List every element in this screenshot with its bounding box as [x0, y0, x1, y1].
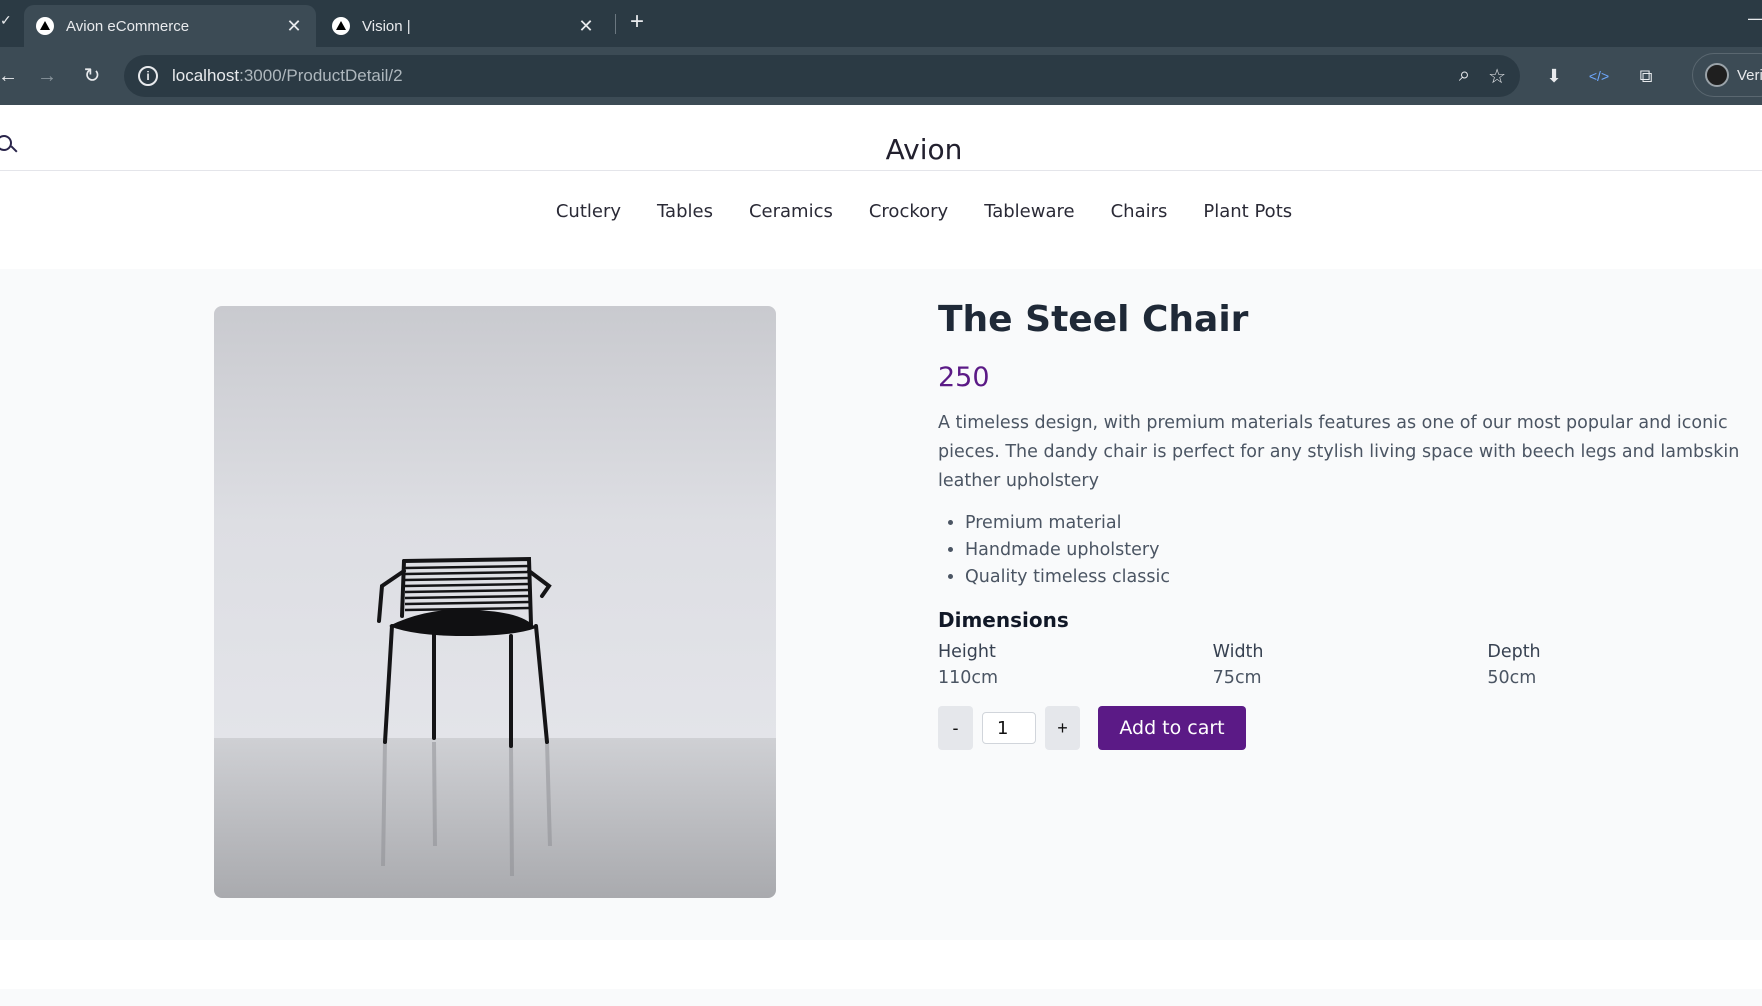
url-text[interactable]: localhost:3000/ProductDetail/2	[172, 66, 403, 86]
reload-icon[interactable]: ↻	[78, 62, 106, 90]
profile-button[interactable]: Veri	[1692, 53, 1762, 97]
dimension-height: Height 110cm	[938, 642, 1213, 688]
quantity-increase-button[interactable]: +	[1045, 706, 1080, 750]
product-price: 250	[938, 362, 990, 393]
dimension-value: 50cm	[1487, 668, 1537, 688]
add-to-cart-button[interactable]: Add to cart	[1098, 706, 1246, 750]
devtools-extension-icon[interactable]: </>	[1585, 62, 1613, 90]
forward-arrow-icon[interactable]: →	[33, 62, 61, 90]
list-item: Premium material	[965, 510, 1762, 537]
close-icon[interactable]: ✕	[572, 16, 600, 37]
dimensions-table: Height 110cm Width 75cm Depth 50cm	[938, 642, 1762, 688]
quantity-input[interactable]	[982, 712, 1036, 744]
tab-avion-ecommerce[interactable]: Avion eCommerce ✕	[24, 5, 316, 47]
feature-list: Premium material Handmade upholstery Qua…	[938, 510, 1762, 591]
nav-item-ceramics[interactable]: Ceramics	[749, 201, 833, 222]
minimize-icon[interactable]: —	[1748, 8, 1762, 29]
tab-vision[interactable]: Vision | ✕	[320, 5, 608, 47]
product-details: The Steel Chair 250 A timeless design, w…	[938, 299, 1762, 750]
dimension-label: Depth	[1487, 642, 1541, 662]
puzzle-icon[interactable]: ⧉	[1632, 62, 1660, 90]
dimension-label: Width	[1212, 642, 1264, 662]
browser-toolbar: ← → ↻ i localhost:3000/ProductDetail/2 ⌕…	[0, 47, 1762, 105]
product-description: A timeless design, with premium material…	[938, 413, 1740, 491]
dimension-width: Width 75cm	[1213, 642, 1488, 688]
nav-item-tables[interactable]: Tables	[657, 201, 713, 222]
tab-separator	[615, 14, 616, 34]
dimension-value: 75cm	[1212, 668, 1262, 688]
nav-item-cutlery[interactable]: Cutlery	[556, 201, 621, 222]
dimensions-heading: Dimensions	[938, 608, 1069, 632]
site-info-icon[interactable]: i	[138, 66, 158, 86]
site-header: Avion	[0, 105, 1762, 171]
footer-strip	[0, 989, 1762, 1006]
list-item: Handmade upholstery	[965, 537, 1762, 564]
tab-search-icon[interactable]: ✓	[0, 12, 12, 29]
new-tab-plus-icon[interactable]: +	[626, 8, 648, 36]
zoom-icon[interactable]: ⌕	[1459, 64, 1470, 89]
tab-title: Vision |	[362, 17, 411, 35]
brand-logo[interactable]: Avion	[0, 133, 1762, 166]
nav-item-plant-pots[interactable]: Plant Pots	[1203, 201, 1292, 222]
back-arrow-icon[interactable]: ←	[0, 62, 22, 90]
nav-item-chairs[interactable]: Chairs	[1111, 201, 1168, 222]
address-bar[interactable]: i localhost:3000/ProductDetail/2 ⌕ ☆	[124, 55, 1520, 97]
browser-tabstrip: ✓ Avion eCommerce ✕ Vision | ✕ + —	[0, 0, 1762, 47]
list-item: Quality timeless classic	[965, 564, 1762, 591]
category-nav: Cutlery Tables Ceramics Crockory Tablewa…	[0, 201, 1762, 222]
nav-item-crockory[interactable]: Crockory	[869, 201, 948, 222]
tab-title: Avion eCommerce	[66, 17, 190, 35]
bookmark-star-icon[interactable]: ☆	[1488, 64, 1506, 89]
avatar	[1705, 63, 1729, 87]
vercel-favicon-icon	[332, 17, 350, 35]
quantity-decrease-button[interactable]: -	[938, 706, 973, 750]
dimension-depth: Depth 50cm	[1487, 642, 1762, 688]
nav-item-tableware[interactable]: Tableware	[984, 201, 1074, 222]
download-extension-icon[interactable]: ⬇	[1540, 62, 1568, 90]
vercel-favicon-icon	[36, 17, 54, 35]
dimension-label: Height	[938, 642, 996, 662]
product-section: The Steel Chair 250 A timeless design, w…	[0, 269, 1762, 940]
close-icon[interactable]: ✕	[280, 16, 308, 37]
cart-controls: - + Add to cart	[938, 706, 1762, 750]
profile-label: Veri	[1737, 66, 1762, 84]
product-title: The Steel Chair	[938, 299, 1249, 340]
dimension-value: 110cm	[938, 668, 999, 688]
page: Avion Cutlery Tables Ceramics Crockory T…	[0, 105, 1762, 1006]
product-image	[214, 306, 776, 898]
